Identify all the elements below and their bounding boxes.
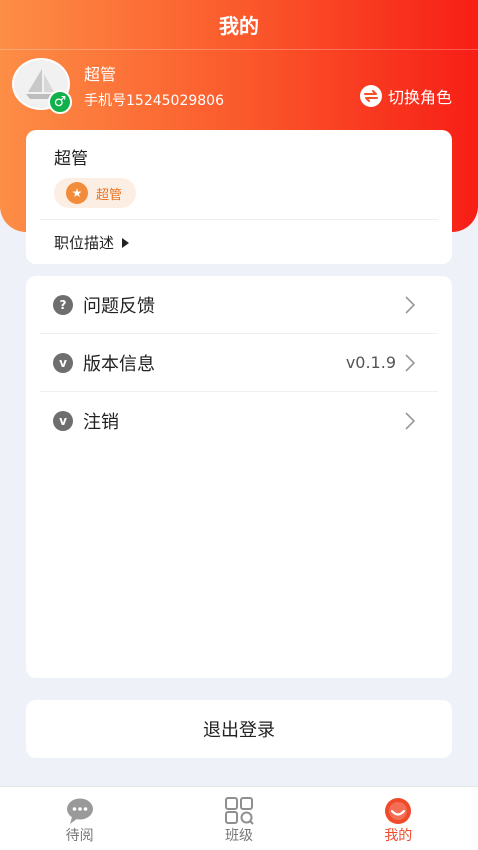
chevron-right-icon [405,412,416,430]
grid-icon [224,797,254,825]
tab-label: 班级 [224,828,253,844]
logout-button[interactable]: 退出登录 [26,700,452,758]
switch-role-label: 切换角色 [387,88,452,107]
tab-class[interactable]: 班级 [159,787,318,850]
male-icon: ♂ [48,90,72,114]
profile-section: ♂ 超管 手机号15245029806 切换角色 [12,58,466,116]
menu-item-cancel-account[interactable]: v 注销 [40,392,438,450]
tab-mine[interactable]: 我的 [319,787,478,850]
profile-name: 超管 [84,65,117,84]
star-badge-icon: ★ [66,182,88,204]
version-icon: v [53,411,73,431]
logout-label: 退出登录 [203,720,275,741]
switch-role-button[interactable]: 切换角色 [359,84,452,108]
menu-item-label: 问题反馈 [83,295,155,317]
menu-item-version[interactable]: v 版本信息 v0.1.9 [40,334,438,392]
chevron-right-icon [405,295,416,314]
menu-item-feedback[interactable]: ? 问题反馈 [40,276,438,334]
version-icon: v [53,352,73,373]
role-title: 超管 [54,149,88,169]
question-icon: ? [53,294,73,315]
version-value: v0.1.9 [345,353,396,372]
bottom-tab-bar: 待阅 班级 我的 [0,786,478,850]
page-title: 我的 [0,0,478,50]
role-card: 超管 ★ 超管 职位描述 [26,130,452,264]
chevron-right-icon [405,353,416,372]
role-chip-label: 超管 [96,187,123,203]
chat-bubble-icon [65,797,95,825]
menu-card: ? 问题反馈 v 版本信息 v0.1.9 v 注销 [26,276,452,678]
menu-item-label: 注销 [83,412,119,433]
avatar[interactable]: ♂ [12,58,72,114]
role-chip: ★ 超管 [54,178,137,208]
tab-pending-read[interactable]: 待阅 [0,787,159,850]
tab-label: 待阅 [65,828,94,844]
position-description-label: 职位描述 [54,234,115,252]
switch-icon [359,85,382,107]
tab-label: 我的 [384,828,413,844]
divider [40,219,438,220]
triangle-right-icon [122,237,130,248]
menu-item-label: 版本信息 [83,353,155,375]
position-description-toggle[interactable]: 职位描述 [54,232,130,253]
profile-phone: 手机号15245029806 [84,93,224,109]
smile-face-icon [383,797,413,825]
